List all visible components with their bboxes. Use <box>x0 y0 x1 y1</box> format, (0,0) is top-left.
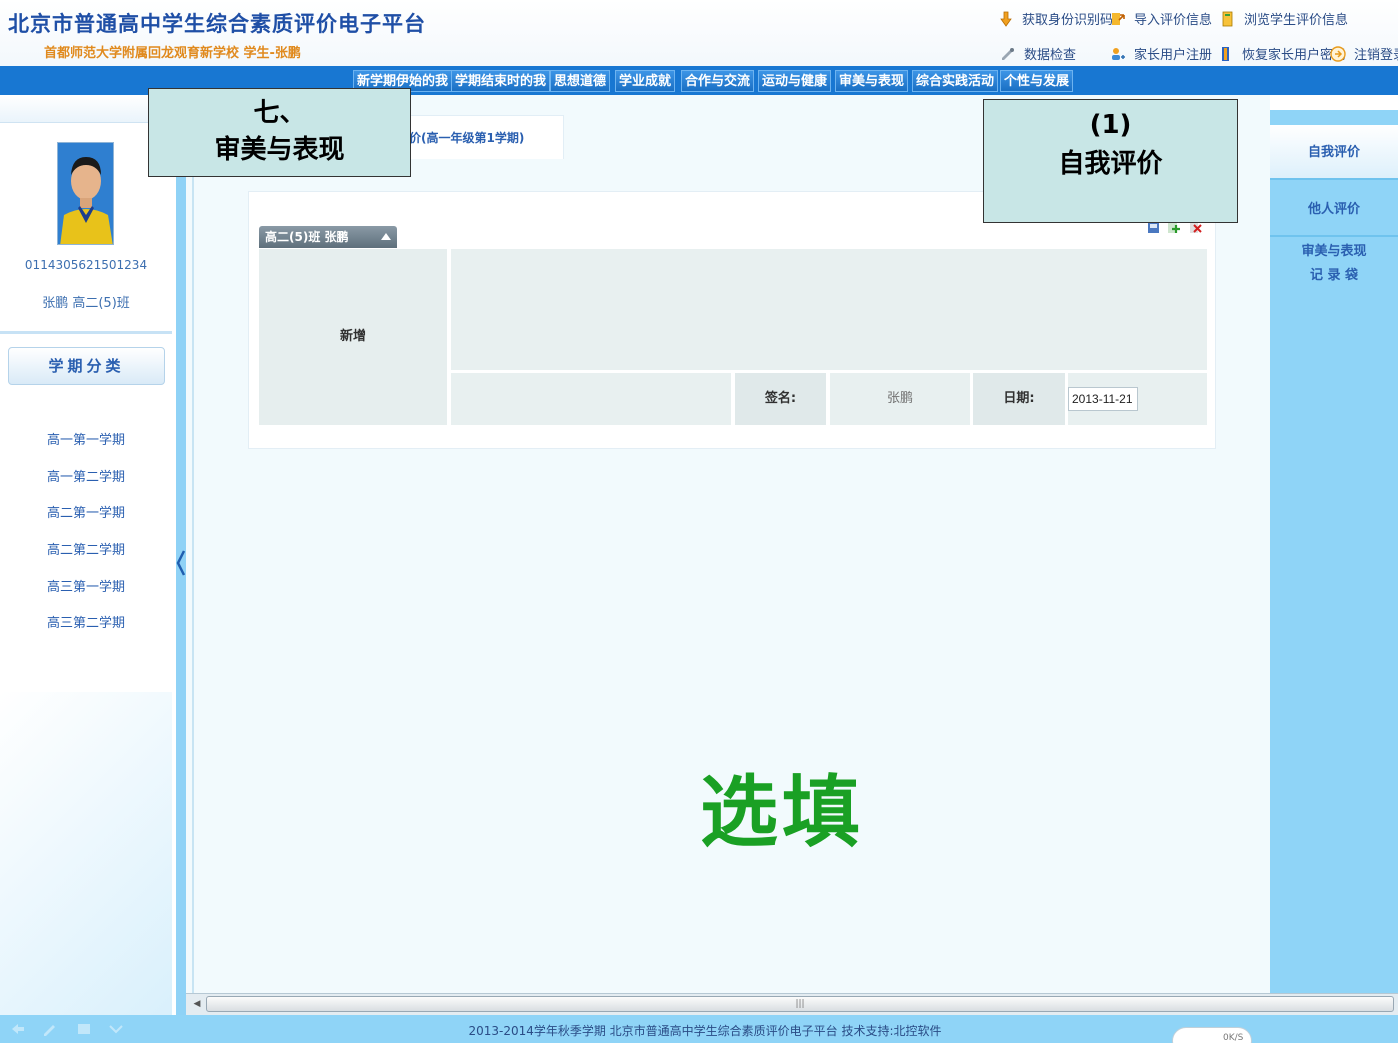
sign-label: 签名: <box>735 373 826 425</box>
nav-term-end[interactable]: 学期结束时的我 <box>451 70 551 92</box>
left-sidebar: 0114305621501234 张鹏 高二(5)班 学期分类 高一第一学期 高… <box>0 95 176 1015</box>
callout-sub-number: (1) <box>1089 110 1132 140</box>
tab-self-evaluation-term[interactable]: 价(高一年级第1学期) <box>408 115 564 159</box>
student-id: 0114305621501234 <box>24 258 148 272</box>
callout-subcategory: (1) 自我评价 <box>983 99 1238 223</box>
date-label: 日期: <box>973 373 1065 425</box>
data-check-link[interactable]: 数据检查 <box>1000 44 1076 63</box>
term-item-g3-t2[interactable]: 高三第二学期 <box>0 612 172 631</box>
record-title-bar[interactable]: 高二(5)班 张鹏 <box>259 226 397 248</box>
restore-parent-password-link[interactable]: 恢复家长用户密码 <box>1218 44 1346 63</box>
key-book-icon <box>1222 46 1229 61</box>
sign-value: 张鹏 <box>830 373 970 425</box>
get-id-code-label: 获取身份识别码 <box>1022 13 1114 28</box>
left-divider <box>0 331 172 334</box>
date-input[interactable] <box>1068 387 1138 411</box>
evaluation-form-panel: 高二(5)班 张鹏 新增 签名: 张鹏 日期: <box>248 191 1216 449</box>
site-title: 北京市普通高中学生综合素质评价电子平台 <box>8 11 426 36</box>
nav-sports-health[interactable]: 运动与健康 <box>758 70 832 92</box>
record-title: 高二(5)班 张鹏 <box>265 230 349 244</box>
student-avatar <box>57 142 114 245</box>
logout-label: 注销登录 <box>1354 48 1398 63</box>
evaluation-content-area[interactable] <box>451 249 1207 370</box>
footer: 2013-2014学年秋季学期 北京市普通高中学生综合素质评价电子平台 技术支持… <box>0 1015 1398 1043</box>
term-item-g2-t2[interactable]: 高二第二学期 <box>0 539 172 558</box>
scroll-left-icon[interactable]: ◀ <box>190 997 204 1011</box>
header: 北京市普通高中学生综合素质评价电子平台 首都师范大学附属回龙观育新学校 学生-张… <box>0 0 1398 66</box>
nav-moral[interactable]: 思想道德 <box>550 70 611 92</box>
date-cell <box>1068 373 1207 425</box>
student-photo <box>58 143 113 244</box>
browse-student-evaluation-link[interactable]: 浏览学生评价信息 <box>1220 9 1348 28</box>
collapse-triangle-icon[interactable] <box>381 233 391 240</box>
nav-aesthetics[interactable]: 审美与表现 <box>835 70 909 92</box>
parent-register-label: 家长用户注册 <box>1134 48 1213 63</box>
nav-academic[interactable]: 学业成就 <box>615 70 676 92</box>
right-item-record-bag-label: 记 录 袋 <box>1309 268 1359 283</box>
term-item-g1-t2[interactable]: 高一第二学期 <box>0 466 172 485</box>
callout-category-number: 七、 <box>253 98 306 128</box>
save-icon[interactable] <box>1147 222 1160 234</box>
import-evaluation-link[interactable]: 导入评价信息 <box>1110 9 1212 28</box>
right-item-aesthetics-record[interactable]: 审美与表现 记 录 袋 <box>1270 240 1398 290</box>
import-evaluation-label: 导入评价信息 <box>1134 13 1213 28</box>
student-name-class: 张鹏 高二(5)班 <box>42 296 130 311</box>
callout-category-title: 审美与表现 <box>214 135 345 165</box>
right-item-peer-evaluation[interactable]: 他人评价 <box>1270 182 1398 237</box>
term-category-header: 学期分类 <box>8 347 165 385</box>
right-item-aesthetics-label: 审美与表现 <box>1301 244 1367 259</box>
hand-down-icon <box>1000 11 1012 27</box>
add-new-cell[interactable]: 新增 <box>259 249 447 425</box>
scroll-thumb[interactable]: ||| <box>206 996 1394 1012</box>
collapse-arrow-icon[interactable] <box>176 548 186 578</box>
term-item-g1-t1[interactable]: 高一第一学期 <box>0 429 172 448</box>
nav-practice[interactable]: 综合实践活动 <box>912 70 999 92</box>
horizontal-scrollbar[interactable]: ◀ ||| <box>186 993 1398 1015</box>
parent-register-link[interactable]: 家长用户注册 <box>1110 44 1212 63</box>
term-item-g3-t1[interactable]: 高三第一学期 <box>0 576 172 595</box>
optional-note: 选填 <box>700 767 865 858</box>
add-icon[interactable] <box>1167 222 1180 234</box>
right-sidebar: 自我评价 他人评价 审美与表现 记 录 袋 <box>1270 110 1398 993</box>
nav-personality[interactable]: 个性与发展 <box>1000 70 1074 92</box>
get-id-code-link[interactable]: 获取身份识别码 <box>998 9 1113 28</box>
import-icon <box>1112 12 1125 25</box>
school-user-subtitle: 首都师范大学附属回龙观育新学校 学生-张鹏 <box>44 46 301 61</box>
callout-category: 七、 审美与表现 <box>148 88 411 177</box>
blank-cell <box>451 373 731 425</box>
main-inner-border <box>192 105 194 993</box>
data-check-label: 数据检查 <box>1024 48 1077 63</box>
pen-check-icon <box>1002 47 1014 60</box>
user-register-icon <box>1112 47 1125 60</box>
network-speed-widget: 0K/S <box>1172 1027 1252 1043</box>
browse-student-evaluation-label: 浏览学生评价信息 <box>1244 13 1349 28</box>
main-content: 价(高一年级第1学期) 高二(5)班 张鹏 新增 签名: 张鹏 日期: 选填 <box>186 95 1270 993</box>
logout-link[interactable]: 注销登录 <box>1330 44 1398 63</box>
delete-icon[interactable] <box>1189 222 1202 234</box>
logout-icon <box>1330 45 1346 62</box>
term-item-g2-t1[interactable]: 高二第一学期 <box>0 502 172 521</box>
callout-sub-title: 自我评价 <box>1058 149 1163 179</box>
left-sidebar-fill <box>0 692 172 1015</box>
right-item-self-evaluation[interactable]: 自我评价 <box>1270 125 1398 180</box>
book-icon <box>1222 11 1233 26</box>
nav-cooperation[interactable]: 合作与交流 <box>681 70 755 92</box>
